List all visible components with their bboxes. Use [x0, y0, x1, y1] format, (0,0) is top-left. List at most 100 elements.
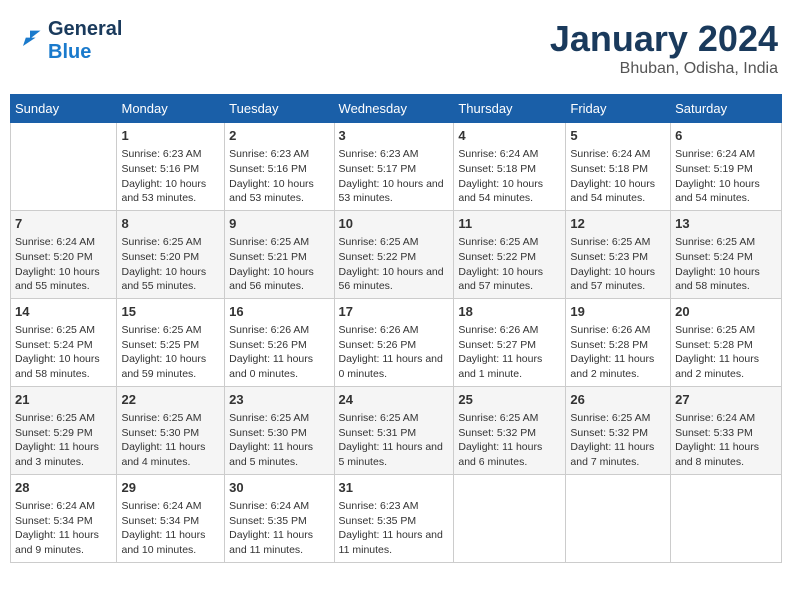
day-cell: 10Sunrise: 6:25 AMSunset: 5:22 PMDayligh… [334, 210, 454, 298]
day-number: 19 [570, 303, 666, 321]
col-header-wednesday: Wednesday [334, 95, 454, 123]
day-info: Daylight: 11 hours and 9 minutes. [15, 528, 112, 557]
logo-text-blue: Blue [48, 41, 122, 64]
day-info: Sunrise: 6:24 AM [121, 499, 220, 514]
logo: General Blue [14, 18, 122, 64]
day-cell: 20Sunrise: 6:25 AMSunset: 5:28 PMDayligh… [671, 298, 782, 386]
day-cell: 13Sunrise: 6:25 AMSunset: 5:24 PMDayligh… [671, 210, 782, 298]
col-header-saturday: Saturday [671, 95, 782, 123]
calendar-table: SundayMondayTuesdayWednesdayThursdayFrid… [10, 94, 782, 563]
day-cell: 15Sunrise: 6:25 AMSunset: 5:25 PMDayligh… [117, 298, 225, 386]
day-info: Sunrise: 6:25 AM [675, 235, 777, 250]
day-info: Sunrise: 6:23 AM [339, 147, 450, 162]
day-info: Daylight: 10 hours and 58 minutes. [675, 265, 777, 294]
day-info: Sunset: 5:22 PM [458, 250, 561, 265]
day-info: Sunset: 5:32 PM [570, 426, 666, 441]
day-number: 24 [339, 391, 450, 409]
day-cell: 4Sunrise: 6:24 AMSunset: 5:18 PMDaylight… [454, 123, 566, 211]
day-info: Sunrise: 6:25 AM [339, 411, 450, 426]
day-info: Daylight: 10 hours and 53 minutes. [121, 177, 220, 206]
day-number: 30 [229, 479, 329, 497]
day-info: Daylight: 11 hours and 11 minutes. [229, 528, 329, 557]
day-number: 9 [229, 215, 329, 233]
day-info: Daylight: 11 hours and 7 minutes. [570, 440, 666, 469]
day-info: Sunset: 5:32 PM [458, 426, 561, 441]
day-info: Daylight: 11 hours and 2 minutes. [675, 352, 777, 381]
day-cell: 27Sunrise: 6:24 AMSunset: 5:33 PMDayligh… [671, 386, 782, 474]
day-info: Sunrise: 6:23 AM [121, 147, 220, 162]
day-info: Sunset: 5:29 PM [15, 426, 112, 441]
day-cell: 14Sunrise: 6:25 AMSunset: 5:24 PMDayligh… [11, 298, 117, 386]
day-info: Daylight: 10 hours and 54 minutes. [675, 177, 777, 206]
day-cell [566, 474, 671, 562]
day-cell: 26Sunrise: 6:25 AMSunset: 5:32 PMDayligh… [566, 386, 671, 474]
day-info: Sunrise: 6:23 AM [229, 147, 329, 162]
day-info: Sunrise: 6:26 AM [570, 323, 666, 338]
day-info: Sunrise: 6:25 AM [121, 411, 220, 426]
day-info: Sunrise: 6:25 AM [121, 235, 220, 250]
day-info: Sunset: 5:30 PM [229, 426, 329, 441]
day-cell [454, 474, 566, 562]
day-number: 16 [229, 303, 329, 321]
day-number: 10 [339, 215, 450, 233]
week-row-3: 14Sunrise: 6:25 AMSunset: 5:24 PMDayligh… [11, 298, 782, 386]
day-cell: 6Sunrise: 6:24 AMSunset: 5:19 PMDaylight… [671, 123, 782, 211]
day-number: 14 [15, 303, 112, 321]
day-cell: 29Sunrise: 6:24 AMSunset: 5:34 PMDayligh… [117, 474, 225, 562]
day-number: 27 [675, 391, 777, 409]
day-info: Daylight: 10 hours and 54 minutes. [458, 177, 561, 206]
day-number: 15 [121, 303, 220, 321]
day-info: Sunset: 5:31 PM [339, 426, 450, 441]
day-info: Sunset: 5:16 PM [229, 162, 329, 177]
day-number: 3 [339, 127, 450, 145]
day-info: Daylight: 11 hours and 5 minutes. [339, 440, 450, 469]
day-info: Sunset: 5:28 PM [570, 338, 666, 353]
day-cell: 8Sunrise: 6:25 AMSunset: 5:20 PMDaylight… [117, 210, 225, 298]
day-info: Sunrise: 6:25 AM [675, 323, 777, 338]
day-info: Sunset: 5:21 PM [229, 250, 329, 265]
day-cell: 3Sunrise: 6:23 AMSunset: 5:17 PMDaylight… [334, 123, 454, 211]
page-header: General Blue January 2024 Bhuban, Odisha… [10, 10, 782, 86]
day-info: Daylight: 11 hours and 5 minutes. [229, 440, 329, 469]
day-info: Sunset: 5:30 PM [121, 426, 220, 441]
day-info: Sunrise: 6:25 AM [339, 235, 450, 250]
day-number: 17 [339, 303, 450, 321]
day-info: Daylight: 11 hours and 8 minutes. [675, 440, 777, 469]
day-info: Daylight: 10 hours and 55 minutes. [15, 265, 112, 294]
day-number: 26 [570, 391, 666, 409]
day-info: Sunset: 5:16 PM [121, 162, 220, 177]
day-info: Sunrise: 6:26 AM [458, 323, 561, 338]
day-number: 11 [458, 215, 561, 233]
day-info: Daylight: 11 hours and 10 minutes. [121, 528, 220, 557]
day-number: 20 [675, 303, 777, 321]
day-number: 31 [339, 479, 450, 497]
day-number: 6 [675, 127, 777, 145]
logo-text-general: General [48, 18, 122, 41]
col-header-thursday: Thursday [454, 95, 566, 123]
day-number: 2 [229, 127, 329, 145]
day-info: Sunset: 5:20 PM [15, 250, 112, 265]
day-info: Daylight: 11 hours and 11 minutes. [339, 528, 450, 557]
day-info: Sunrise: 6:26 AM [229, 323, 329, 338]
day-info: Sunrise: 6:25 AM [570, 235, 666, 250]
day-cell: 22Sunrise: 6:25 AMSunset: 5:30 PMDayligh… [117, 386, 225, 474]
day-number: 12 [570, 215, 666, 233]
day-info: Sunset: 5:19 PM [675, 162, 777, 177]
day-cell: 31Sunrise: 6:23 AMSunset: 5:35 PMDayligh… [334, 474, 454, 562]
day-cell: 21Sunrise: 6:25 AMSunset: 5:29 PMDayligh… [11, 386, 117, 474]
day-info: Sunset: 5:26 PM [339, 338, 450, 353]
day-number: 4 [458, 127, 561, 145]
day-info: Sunrise: 6:24 AM [229, 499, 329, 514]
location-subtitle: Bhuban, Odisha, India [550, 60, 778, 78]
header-row: SundayMondayTuesdayWednesdayThursdayFrid… [11, 95, 782, 123]
day-info: Sunset: 5:17 PM [339, 162, 450, 177]
day-info: Daylight: 10 hours and 53 minutes. [229, 177, 329, 206]
day-info: Sunrise: 6:25 AM [458, 411, 561, 426]
col-header-sunday: Sunday [11, 95, 117, 123]
day-info: Sunrise: 6:24 AM [15, 235, 112, 250]
day-info: Sunrise: 6:25 AM [229, 235, 329, 250]
day-info: Daylight: 11 hours and 0 minutes. [339, 352, 450, 381]
day-info: Daylight: 10 hours and 59 minutes. [121, 352, 220, 381]
day-info: Daylight: 10 hours and 57 minutes. [570, 265, 666, 294]
day-cell: 18Sunrise: 6:26 AMSunset: 5:27 PMDayligh… [454, 298, 566, 386]
